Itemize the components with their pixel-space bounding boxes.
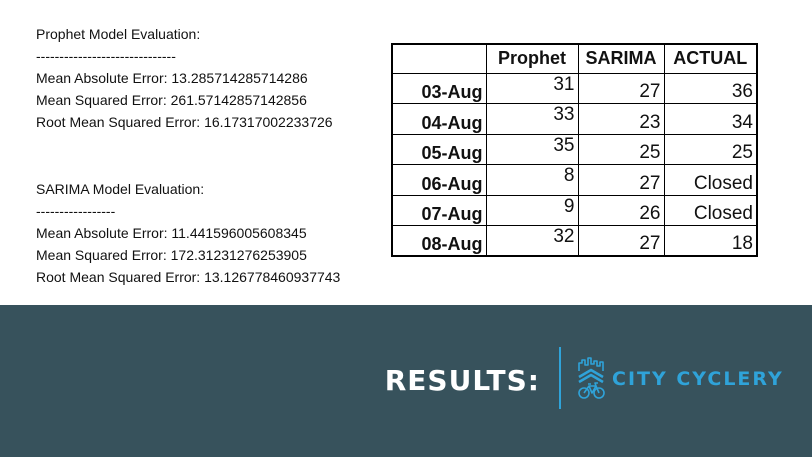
row-prophet-value: 31	[485, 72, 579, 104]
row-prophet-value: 35	[485, 133, 579, 165]
table-header-row: Prophet SARIMA ACTUAL	[391, 43, 758, 74]
sarima-rmse: Root Mean Squared Error: 13.126778460937…	[36, 269, 341, 285]
row-actual-value: Closed	[663, 194, 758, 226]
row-prophet-value: 32	[485, 225, 579, 257]
row-date: 08-Aug	[391, 225, 487, 257]
row-actual-value: 18	[663, 225, 758, 257]
row-date: 06-Aug	[391, 164, 487, 196]
row-date: 05-Aug	[391, 133, 487, 165]
header-sarima: SARIMA	[577, 43, 665, 74]
row-sarima-value: 23	[577, 103, 665, 135]
table-row: 03-Aug 31 27 36	[391, 72, 758, 104]
prophet-eval-divider: ------------------------------	[36, 48, 176, 64]
prophet-mse: Mean Squared Error: 261.57142857142856	[36, 92, 307, 108]
row-date: 03-Aug	[391, 72, 487, 104]
row-prophet-value: 8	[485, 164, 579, 196]
sarima-eval-divider: -----------------	[36, 203, 116, 219]
row-actual-value: 25	[663, 133, 758, 165]
sarima-evaluation-block: SARIMA Model Evaluation: ---------------…	[36, 178, 340, 288]
brand-name: CITY CYCLERY	[612, 368, 784, 390]
table-row: 04-Aug 33 23 34	[391, 103, 758, 135]
sarima-eval-title: SARIMA Model Evaluation:	[36, 181, 205, 197]
sarima-mse: Mean Squared Error: 172.31231276253905	[36, 247, 307, 263]
city-bike-logo-icon	[578, 357, 605, 399]
header-actual: ACTUAL	[663, 43, 758, 74]
row-date: 07-Aug	[391, 194, 487, 226]
table-row: 05-Aug 35 25 25	[391, 133, 758, 165]
prophet-evaluation-block: Prophet Model Evaluation: --------------…	[36, 23, 333, 133]
footer-divider	[559, 347, 561, 409]
header-date	[391, 43, 487, 74]
row-date: 04-Aug	[391, 103, 487, 135]
header-prophet: Prophet	[485, 43, 579, 74]
row-sarima-value: 26	[577, 194, 665, 226]
row-sarima-value: 27	[577, 164, 665, 196]
sarima-mae: Mean Absolute Error: 11.441596005608345	[36, 225, 307, 241]
row-prophet-value: 9	[485, 194, 579, 226]
row-actual-value: 36	[663, 72, 758, 104]
prophet-rmse: Root Mean Squared Error: 16.173170022337…	[36, 114, 333, 130]
prophet-eval-title: Prophet Model Evaluation:	[36, 26, 201, 42]
table-row: 06-Aug 8 27 Closed	[391, 164, 758, 196]
results-label: RESULTS:	[384, 364, 540, 397]
row-actual-value: Closed	[663, 164, 758, 196]
table-row: 08-Aug 32 27 18	[391, 225, 758, 257]
row-sarima-value: 27	[577, 225, 665, 257]
prophet-mae: Mean Absolute Error: 13.285714285714286	[36, 70, 308, 86]
table-row: 07-Aug 9 26 Closed	[391, 194, 758, 226]
forecast-comparison-table: Prophet SARIMA ACTUAL 03-Aug 31 27 36 04…	[391, 43, 758, 257]
row-actual-value: 34	[663, 103, 758, 135]
row-prophet-value: 33	[485, 103, 579, 135]
row-sarima-value: 27	[577, 72, 665, 104]
row-sarima-value: 25	[577, 133, 665, 165]
footer-banner: RESULTS: CITY CYCLERY	[0, 305, 812, 457]
